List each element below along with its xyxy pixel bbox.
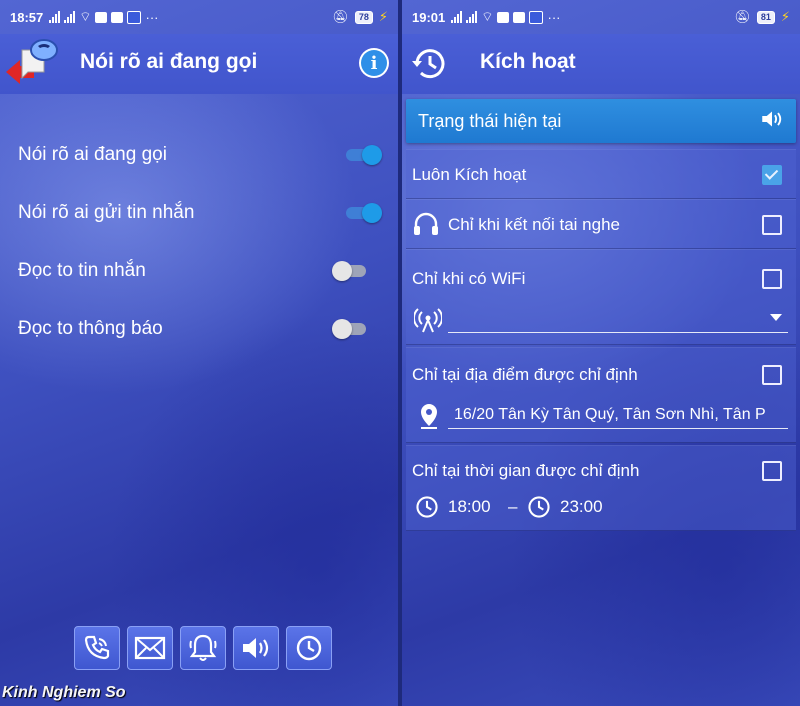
bell-icon: [189, 634, 217, 661]
wifi-tower-icon: [412, 306, 444, 339]
more-icon: ···: [547, 9, 561, 25]
nav-volume[interactable]: [233, 626, 279, 670]
mute-icon: 🔕︎: [734, 9, 751, 24]
headphones-checkbox[interactable]: [762, 215, 782, 235]
history-icon[interactable]: [410, 44, 450, 84]
dropdown-arrow-icon[interactable]: [770, 314, 782, 321]
charging-icon: ⚡︎: [378, 9, 388, 24]
speaker-icon: [760, 108, 784, 135]
option-always-active[interactable]: Luôn Kích hoạt: [406, 149, 796, 199]
location-address-input[interactable]: 16/20 Tân Kỳ Tân Quý, Tân Sơn Nhì, Tân P: [454, 406, 788, 424]
status-bar: 19:01 ⌔ ··· 🔕︎ 81 ⚡︎: [402, 0, 800, 34]
status-icons: ⌔ ···: [451, 9, 560, 25]
nav-notification[interactable]: [180, 626, 226, 670]
info-icon[interactable]: i: [359, 48, 389, 78]
charging-icon: ⚡︎: [780, 9, 790, 24]
location-field-underline: [448, 428, 788, 429]
option-label: Luôn Kích hoạt: [412, 165, 527, 184]
clock-icon: [416, 496, 438, 518]
screen-main: 18:57 ⌔ ··· 🔕︎ 78 ⚡︎ Nói rõ ai đang gọi: [0, 0, 398, 706]
setting-label: Đọc to thông báo: [18, 318, 163, 339]
end-time: 23:00: [560, 497, 603, 516]
clock-icon: [296, 635, 322, 661]
status-time: 18:57: [10, 9, 44, 25]
setting-label: Nói rõ ai đang gọi: [18, 144, 167, 165]
speech-bubble-icon: [4, 36, 60, 92]
app-title: Nói rõ ai đang gọi: [80, 50, 258, 73]
app-bar: Nói rõ ai đang gọi i: [0, 34, 398, 94]
setting-read-sms[interactable]: Đọc to tin nhắn: [18, 253, 378, 289]
location-checkbox[interactable]: [762, 365, 782, 385]
facebook-icon: [529, 10, 544, 24]
clock-icon: [528, 496, 550, 518]
speaker-icon: [243, 638, 269, 658]
toggle-switch[interactable]: [332, 319, 368, 339]
envelope-icon: [134, 636, 166, 660]
app-bar: Kích hoạt: [402, 34, 800, 94]
nav-schedule[interactable]: [286, 626, 332, 670]
wifi-checkbox[interactable]: [762, 269, 782, 289]
toggle-switch[interactable]: [332, 261, 368, 281]
end-time-picker[interactable]: 23:00: [526, 494, 603, 520]
time-separator: –: [508, 497, 518, 516]
time-checkbox[interactable]: [762, 461, 782, 481]
status-bar: 18:57 ⌔ ··· 🔕︎ 78 ⚡︎: [0, 0, 398, 34]
option-label: Chỉ khi có WiFi: [412, 269, 526, 288]
more-icon: ···: [145, 9, 159, 25]
wifi-icon: ⌔: [79, 9, 92, 24]
zalo-icon: [513, 11, 526, 23]
messenger-icon: [95, 11, 108, 23]
zalo-icon: [111, 11, 124, 23]
status-icons: ⌔ ···: [49, 9, 158, 25]
option-label: Chỉ tại địa điểm được chỉ định: [412, 365, 638, 384]
messenger-icon: [497, 11, 510, 23]
toggle-switch[interactable]: [342, 203, 382, 223]
current-status-banner[interactable]: Trạng thái hiện tại: [406, 99, 796, 143]
battery-indicator: 78: [354, 10, 373, 24]
headphones-icon: [412, 210, 440, 243]
start-time: 18:00: [448, 497, 491, 516]
always-active-checkbox[interactable]: [762, 165, 782, 185]
option-label: Chỉ tại thời gian được chỉ định: [412, 461, 640, 480]
setting-label: Nói rõ ai gửi tin nhắn: [18, 202, 195, 223]
setting-read-notifications[interactable]: Đọc to thông báo: [18, 311, 378, 347]
location-pin-icon: [418, 402, 440, 435]
battery-indicator: 81: [756, 10, 775, 24]
mute-icon: 🔕︎: [332, 9, 349, 24]
option-label: Chỉ khi kết nối tai nghe: [448, 215, 620, 234]
wifi-field-underline: [448, 332, 788, 333]
setting-label: Đọc to tin nhắn: [18, 260, 146, 281]
status-time: 19:01: [412, 9, 446, 25]
screen-activation: 19:01 ⌔ ··· 🔕︎ 81 ⚡︎ Kích hoạt Trạng thá…: [402, 0, 800, 706]
option-time-only[interactable]: Chỉ tại thời gian được chỉ định 18:00 – …: [406, 445, 796, 531]
wifi-icon: ⌔: [481, 9, 494, 24]
signal-icon: [451, 11, 463, 23]
app-title: Kích hoạt: [480, 50, 576, 73]
toggle-switch[interactable]: [342, 145, 382, 165]
signal-icon: [64, 11, 76, 23]
setting-announce-caller[interactable]: Nói rõ ai đang gọi: [18, 137, 382, 173]
phone-icon: [84, 635, 110, 660]
setting-announce-sms-sender[interactable]: Nói rõ ai gửi tin nhắn: [18, 195, 382, 231]
nav-phone[interactable]: [74, 626, 120, 670]
option-location-only[interactable]: Chỉ tại địa điểm được chỉ định 16/20 Tân…: [406, 347, 796, 443]
start-time-picker[interactable]: 18:00: [414, 494, 491, 520]
signal-icon: [49, 11, 61, 23]
nav-message[interactable]: [127, 626, 173, 670]
current-status-label: Trạng thái hiện tại: [418, 110, 562, 131]
option-wifi-only[interactable]: Chỉ khi có WiFi: [406, 249, 796, 345]
bottom-nav: [74, 626, 332, 670]
facebook-icon: [127, 10, 142, 24]
signal-icon: [466, 11, 478, 23]
option-headphones-only[interactable]: Chỉ khi kết nối tai nghe: [406, 199, 796, 249]
watermark: Kinh Nghiem So: [2, 684, 126, 701]
